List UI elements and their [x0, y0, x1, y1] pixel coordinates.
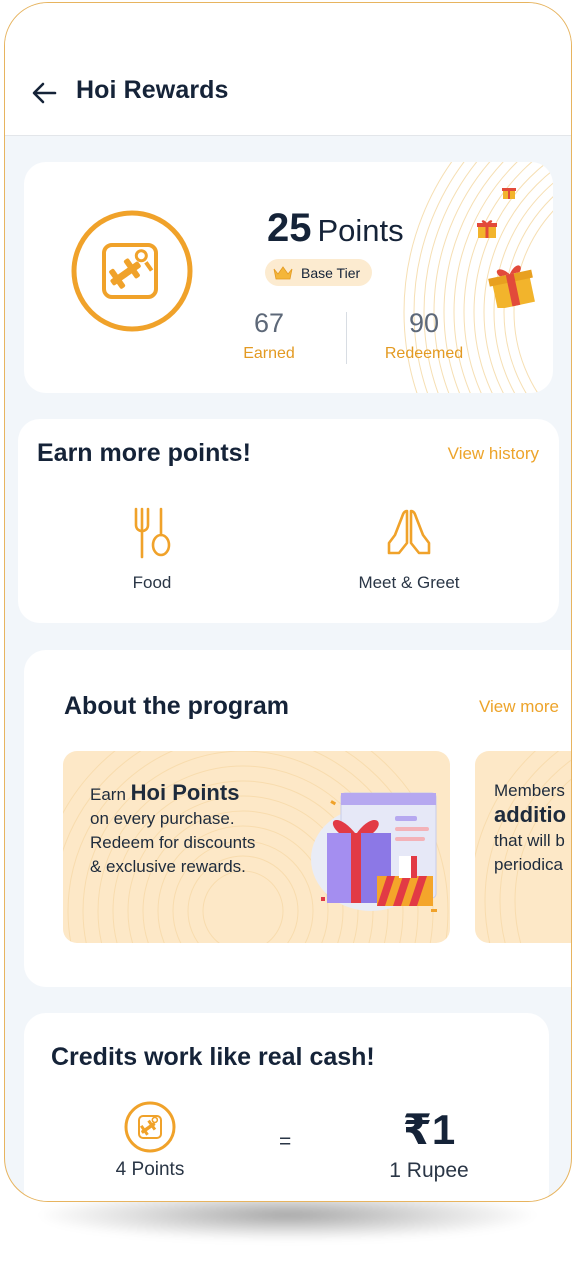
points-label: Points	[317, 213, 404, 248]
points-summary-card: 25 Points Base Tier 67 Earned 90 Redeemed	[24, 162, 553, 393]
promo-line4: & exclusive rewards.	[90, 857, 246, 876]
redeemed-value: 90	[408, 308, 440, 338]
app-bar: Hoi Rewards	[5, 3, 571, 136]
tier-label: Base Tier	[301, 264, 361, 281]
back-arrow-icon[interactable]	[29, 79, 59, 107]
category-meet-greet-label: Meet & Greet	[358, 573, 460, 592]
stat-divider	[346, 312, 347, 364]
gift-icon	[477, 220, 497, 238]
small-gift-icon	[502, 188, 516, 199]
promo-line2: on every purchase.	[90, 809, 235, 828]
earned-stat: 67 Earned	[229, 308, 309, 363]
large-gift-icon	[488, 265, 535, 308]
about-title: About the program	[64, 692, 289, 720]
points-value: 25	[267, 206, 312, 250]
promo-line3: Redeem for discounts	[90, 833, 256, 852]
promo-card-members[interactable]: Members additio that will b periodica	[475, 751, 571, 943]
fork-spoon-icon	[134, 507, 171, 559]
phone-frame: Hoi Rewards 25 Points Base Tier 67 Earne…	[4, 2, 572, 1202]
promo-text: Earn Hoi Points on every purchase. Redee…	[90, 781, 255, 879]
credit-points-label: 4 Points	[115, 1159, 185, 1180]
redeemed-stat: 90 Redeemed	[369, 308, 479, 363]
earned-label: Earned	[243, 345, 295, 362]
promo-card-earn[interactable]: Earn Hoi Points on every purchase. Redee…	[63, 751, 450, 943]
promo2-line1: Members	[494, 781, 565, 800]
crown-icon	[273, 265, 293, 279]
folded-hands-icon	[387, 509, 431, 555]
view-history-link[interactable]: View history	[448, 444, 539, 464]
earn-title: Earn more points!	[37, 439, 251, 467]
promo2-line4: periodica	[494, 855, 563, 874]
page-title: Hoi Rewards	[76, 76, 229, 104]
promo2-line2-bold: additio	[494, 802, 567, 827]
credits-card: Credits work like real cash! 4 Points = …	[24, 1013, 549, 1201]
category-food-label: Food	[132, 573, 172, 592]
tier-badge: Base Tier	[265, 259, 373, 286]
redeemed-label: Redeemed	[384, 345, 464, 362]
promo-line1-prefix: Earn	[90, 785, 126, 804]
rupee-label: 1 Rupee	[389, 1159, 469, 1182]
hoi-logo-icon	[71, 210, 193, 332]
earn-points-card: Earn more points! View history Food Meet…	[18, 419, 559, 623]
hoi-points-coin-icon	[124, 1101, 176, 1153]
rupee-value: ₹1	[402, 1106, 456, 1153]
equals-sign: =	[279, 1130, 292, 1153]
view-more-link[interactable]: View more	[479, 697, 559, 717]
points-balance: 25 Points	[267, 206, 404, 251]
promo-text-2: Members additio that will b periodica	[494, 779, 566, 877]
gift-box-illustration	[311, 792, 437, 912]
about-program-card: About the program View more Earn Hoi Poi…	[24, 650, 571, 987]
category-food[interactable]: Food	[52, 507, 252, 593]
promo-line1-bold: Hoi Points	[130, 780, 240, 805]
category-meet-greet[interactable]: Meet & Greet	[309, 507, 509, 593]
earned-value: 67	[253, 308, 285, 338]
promo2-line3: that will b	[494, 831, 565, 850]
credits-title: Credits work like real cash!	[51, 1043, 375, 1071]
